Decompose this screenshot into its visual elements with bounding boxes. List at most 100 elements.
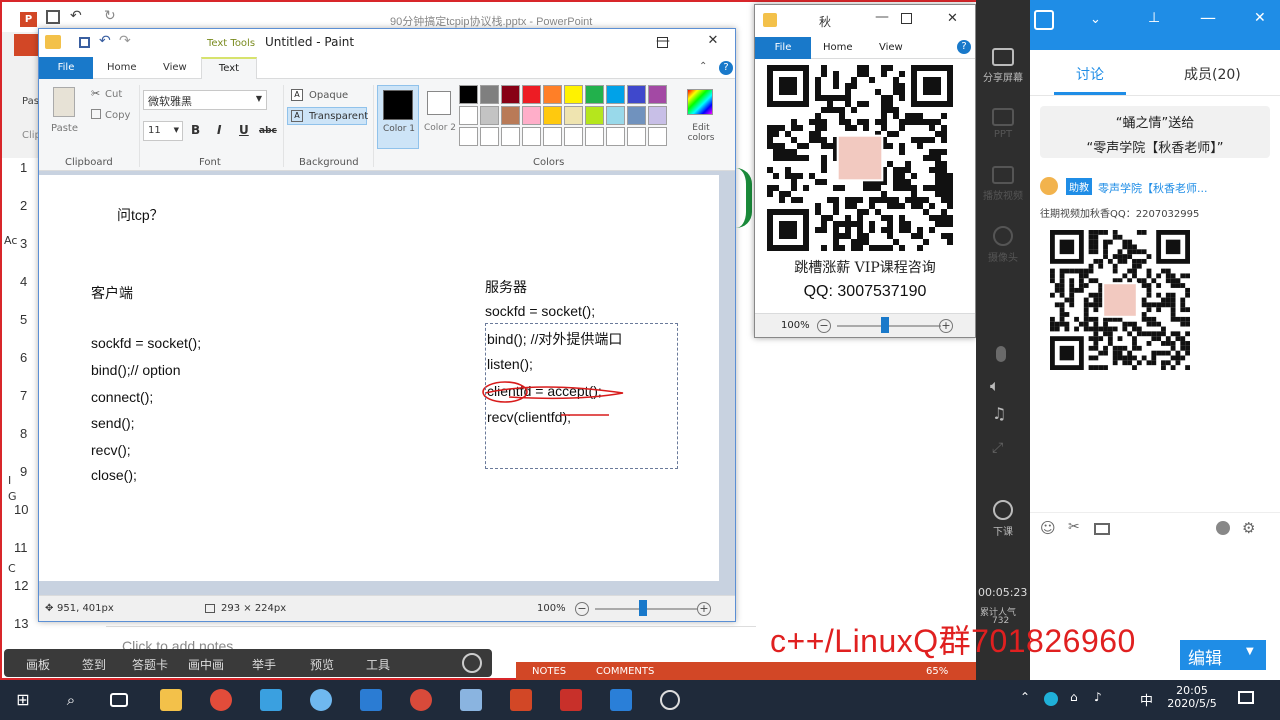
color-swatch[interactable]	[627, 106, 646, 125]
app-icon[interactable]	[310, 689, 332, 711]
text-selection-box[interactable]	[485, 323, 678, 469]
pin-icon[interactable]: ⊥	[1148, 10, 1160, 26]
app-icon[interactable]	[610, 689, 632, 711]
share-screen-button[interactable]: 分享屏幕	[976, 48, 1030, 84]
color-swatch[interactable]	[627, 85, 646, 104]
app-icon[interactable]	[410, 689, 432, 711]
user-settings-icon[interactable]	[1216, 521, 1230, 535]
undo-icon[interactable]: ↶	[70, 8, 82, 24]
gear-icon[interactable]: ⚙	[1242, 519, 1255, 537]
paint-taskbar-icon[interactable]	[460, 689, 482, 711]
edit-colors-icon[interactable]	[687, 89, 713, 115]
camera-button[interactable]: 摄像头	[976, 226, 1030, 264]
minimize-icon[interactable]: —	[1200, 8, 1216, 27]
qr-close-icon[interactable]: ✕	[947, 11, 958, 26]
app-icon[interactable]	[260, 689, 282, 711]
qr-minimize-icon[interactable]: —	[875, 9, 889, 25]
qr-zoom-slider-track[interactable]	[837, 325, 941, 327]
powerpoint-taskbar-icon[interactable]	[510, 689, 532, 711]
speaker-icon[interactable]: 🔈︎	[990, 376, 1000, 396]
image-icon[interactable]	[1094, 523, 1110, 535]
color-swatch[interactable]	[648, 106, 667, 125]
color-swatch[interactable]	[459, 127, 478, 146]
send-button[interactable]: 编辑 ▼	[1180, 640, 1266, 670]
toolbar-whiteboard[interactable]: 画板	[26, 656, 50, 673]
color-swatch[interactable]	[585, 106, 604, 125]
color1-button[interactable]: Color 1	[377, 85, 419, 149]
color-swatch[interactable]	[564, 127, 583, 146]
qr-maximize-icon[interactable]	[901, 13, 912, 24]
cut-button[interactable]: Cut	[105, 89, 122, 100]
music-icon[interactable]: ♫	[992, 404, 1006, 423]
paint-undo-icon[interactable]: ↶	[99, 33, 111, 49]
copy-button[interactable]: Copy	[105, 110, 130, 121]
emoji-icon[interactable]: ☺	[1040, 519, 1056, 537]
font-size-select[interactable]: 11 ▼	[143, 121, 183, 141]
italic-button[interactable]: I	[217, 123, 221, 137]
app-icon[interactable]	[660, 690, 680, 710]
qr-tab-file[interactable]: File	[755, 37, 811, 59]
color-swatch[interactable]	[501, 127, 520, 146]
color2-button[interactable]: Color 2	[423, 85, 457, 149]
zoom-out-icon[interactable]: −	[575, 602, 589, 616]
color-swatch[interactable]	[564, 106, 583, 125]
save-icon[interactable]	[46, 10, 60, 24]
qr-help-icon[interactable]: ?	[957, 40, 971, 54]
paint-tab-text[interactable]: Text	[201, 57, 257, 80]
comments-button[interactable]: COMMENTS	[596, 666, 654, 677]
zoom-slider-thumb[interactable]	[639, 600, 647, 616]
tray-chevron-icon[interactable]: ⌃	[1020, 690, 1030, 704]
color-swatch[interactable]	[459, 106, 478, 125]
ppt-button[interactable]: PPT	[976, 108, 1030, 140]
toolbar-tools[interactable]: 工具	[366, 656, 390, 673]
chevron-down-icon[interactable]: ▼	[1246, 646, 1254, 657]
help-icon[interactable]: ?	[719, 61, 733, 75]
color-swatch[interactable]	[501, 85, 520, 104]
paint-redo-icon[interactable]: ↷	[119, 33, 131, 49]
toolbar-checkin[interactable]: 签到	[82, 656, 106, 673]
color-swatch[interactable]	[606, 127, 625, 146]
opaque-option[interactable]: Opaque	[309, 90, 348, 101]
qr-zoom-slider-thumb[interactable]	[881, 317, 889, 333]
notes-button[interactable]: NOTES	[532, 666, 566, 677]
tray-app-icon[interactable]	[1044, 692, 1058, 706]
fullscreen-icon[interactable]: ⤢	[992, 440, 1003, 456]
power-icon[interactable]	[462, 653, 482, 673]
underline-button[interactable]: U	[239, 123, 249, 137]
color-swatch[interactable]	[522, 106, 541, 125]
clipboard-icon[interactable]	[53, 87, 75, 117]
search-icon[interactable]: ⌕	[60, 689, 82, 711]
tab-members[interactable]: 成员(20)	[1184, 64, 1241, 84]
color-swatch[interactable]	[543, 85, 562, 104]
color-swatch[interactable]	[543, 106, 562, 125]
qr-zoom-out-icon[interactable]: −	[817, 319, 831, 333]
ime-indicator[interactable]: 中	[1140, 690, 1153, 709]
bold-button[interactable]: B	[191, 123, 200, 137]
color-swatch[interactable]	[585, 127, 604, 146]
redo-icon[interactable]: ↻	[104, 8, 116, 24]
paint-tab-home[interactable]: Home	[107, 62, 137, 73]
color-swatch[interactable]	[648, 85, 667, 104]
popout-icon[interactable]	[1034, 10, 1054, 30]
color-swatch[interactable]	[522, 127, 541, 146]
windows-start-icon[interactable]: ⊞	[12, 689, 34, 711]
zoom-in-icon[interactable]: +	[697, 602, 711, 616]
chevron-down-icon[interactable]: ⌄	[1090, 12, 1101, 27]
color-swatch[interactable]	[522, 85, 541, 104]
color-swatch[interactable]	[543, 127, 562, 146]
qr-tab-home[interactable]: Home	[823, 42, 853, 53]
paint-tab-view[interactable]: View	[163, 62, 187, 73]
file-explorer-icon[interactable]	[160, 689, 182, 711]
qr-tab-view[interactable]: View	[879, 42, 903, 53]
edit-colors-button[interactable]: Edit colors	[685, 123, 717, 143]
maximize-icon[interactable]	[657, 37, 668, 48]
chrome-icon[interactable]	[210, 689, 232, 711]
pdf-icon[interactable]	[560, 689, 582, 711]
network-icon[interactable]: ⌂	[1070, 690, 1078, 704]
play-video-button[interactable]: 播放视频	[976, 166, 1030, 202]
end-class-button[interactable]: 下课	[976, 500, 1030, 538]
color-swatch[interactable]	[564, 85, 583, 104]
color-swatch[interactable]	[606, 106, 625, 125]
toolbar-answer-card[interactable]: 答题卡	[132, 656, 168, 673]
chat-close-icon[interactable]: ✕	[1254, 10, 1266, 26]
